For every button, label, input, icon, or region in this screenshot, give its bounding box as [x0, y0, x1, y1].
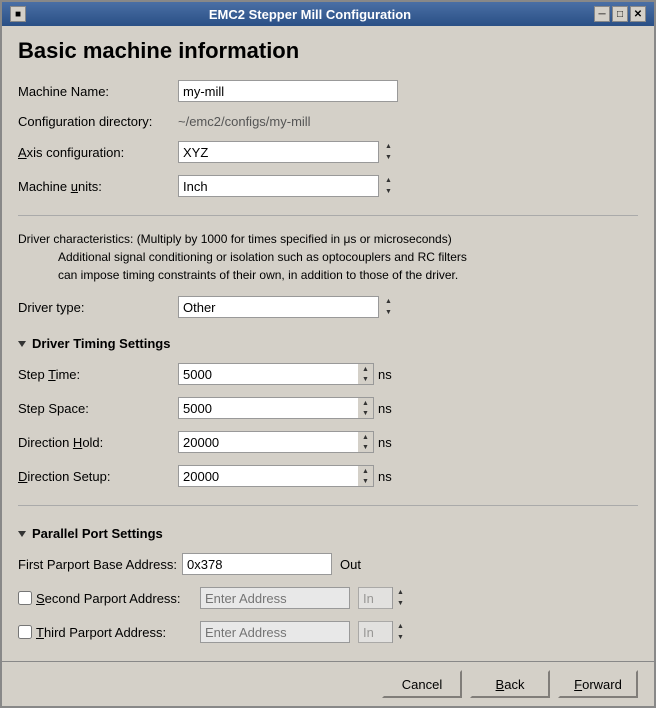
driver-type-label: Driver type:	[18, 300, 178, 315]
driver-desc-3: can impose timing constraints of their o…	[58, 268, 458, 282]
third-parport-label: Third Parport Address:	[36, 625, 196, 640]
step-time-down-button[interactable]: ▼	[358, 374, 373, 384]
timing-section-header: Driver Timing Settings	[18, 336, 638, 351]
direction-hold-spinner: ▲ ▼	[178, 431, 374, 453]
second-parport-input[interactable]	[200, 587, 350, 609]
config-dir-label: Configuration directory:	[18, 114, 178, 129]
second-parport-checkbox[interactable]	[18, 591, 32, 605]
direction-hold-down-button[interactable]: ▼	[358, 442, 373, 452]
separator-1	[18, 215, 638, 216]
step-space-input[interactable]	[178, 397, 358, 419]
machine-units-label: Machine units:	[18, 179, 178, 194]
third-parport-row: Third Parport Address: In Out ▲ ▼	[18, 621, 638, 643]
driver-desc-2: Additional signal conditioning or isolat…	[58, 250, 467, 264]
direction-setup-up-button[interactable]: ▲	[358, 466, 373, 476]
timing-triangle-icon	[18, 341, 26, 347]
window-icon: ■	[10, 6, 26, 22]
second-parport-dir-select[interactable]: In Out	[358, 587, 408, 609]
axis-config-label: Axis configuration:	[18, 145, 178, 160]
driver-desc: Driver characteristics: (Multiply by 100…	[18, 230, 638, 284]
direction-setup-label: Direction Setup:	[18, 469, 178, 484]
step-time-spinner: ▲ ▼	[178, 363, 374, 385]
first-parport-label: First Parport Base Address:	[18, 557, 178, 572]
close-button[interactable]: ✕	[630, 6, 646, 22]
machine-name-row: Machine Name:	[18, 80, 638, 102]
direction-setup-down-button[interactable]: ▼	[358, 476, 373, 486]
maximize-button[interactable]: □	[612, 6, 628, 22]
third-parport-input[interactable]	[200, 621, 350, 643]
content-area: Basic machine information Machine Name: …	[2, 26, 654, 661]
step-time-up-button[interactable]: ▲	[358, 364, 373, 374]
separator-2	[18, 505, 638, 506]
back-button[interactable]: Back	[470, 670, 550, 698]
parport-triangle-icon	[18, 531, 26, 537]
direction-setup-spinner: ▲ ▼	[178, 465, 374, 487]
step-time-spinner-buttons: ▲ ▼	[358, 363, 374, 385]
titlebar-controls: ─ □ ✕	[594, 6, 646, 22]
footer: Cancel Back Forward	[2, 661, 654, 706]
axis-config-select-wrapper: XYZ XZ XYZA ▲ ▼	[178, 141, 398, 163]
direction-hold-unit: ns	[378, 435, 392, 450]
driver-type-select-wrapper: Other Gecko201 Gecko202 Gecko203v Gecko2…	[178, 296, 398, 318]
step-time-unit: ns	[378, 367, 392, 382]
direction-hold-up-button[interactable]: ▲	[358, 432, 373, 442]
first-parport-dir: Out	[340, 557, 361, 572]
window-title: EMC2 Stepper Mill Configuration	[26, 7, 594, 22]
second-parport-label: Second Parport Address:	[36, 591, 196, 606]
third-parport-dir-select[interactable]: In Out	[358, 621, 408, 643]
direction-hold-row: Direction Hold: ▲ ▼ ns	[18, 431, 638, 453]
third-parport-checkbox[interactable]	[18, 625, 32, 639]
machine-units-select-wrapper: Inch mm ▲ ▼	[178, 175, 398, 197]
step-space-row: Step Space: ▲ ▼ ns	[18, 397, 638, 419]
config-dir-row: Configuration directory: ~/emc2/configs/…	[18, 114, 638, 129]
titlebar: ■ EMC2 Stepper Mill Configuration ─ □ ✕	[2, 2, 654, 26]
machine-units-row: Machine units: Inch mm ▲ ▼	[18, 175, 638, 197]
direction-setup-input[interactable]	[178, 465, 358, 487]
parport-section-header: Parallel Port Settings	[18, 526, 638, 541]
step-space-down-button[interactable]: ▼	[358, 408, 373, 418]
step-space-up-button[interactable]: ▲	[358, 398, 373, 408]
cancel-button[interactable]: Cancel	[382, 670, 462, 698]
third-parport-dir-wrapper: In Out ▲ ▼	[358, 621, 408, 643]
driver-type-select[interactable]: Other Gecko201 Gecko202 Gecko203v Gecko2…	[178, 296, 398, 318]
machine-name-input[interactable]	[178, 80, 398, 102]
step-space-unit: ns	[378, 401, 392, 416]
direction-hold-input[interactable]	[178, 431, 358, 453]
page-title: Basic machine information	[18, 38, 638, 64]
first-parport-row: First Parport Base Address: Out	[18, 553, 638, 575]
main-window: ■ EMC2 Stepper Mill Configuration ─ □ ✕ …	[0, 0, 656, 708]
cancel-label: Cancel	[402, 677, 442, 692]
step-time-row: Step Time: ▲ ▼ ns	[18, 363, 638, 385]
step-space-spinner-buttons: ▲ ▼	[358, 397, 374, 419]
minimize-button[interactable]: ─	[594, 6, 610, 22]
timing-section-label: Driver Timing Settings	[32, 336, 170, 351]
second-parport-dir-wrapper: In Out ▲ ▼	[358, 587, 408, 609]
axis-config-row: Axis configuration: XYZ XZ XYZA ▲ ▼	[18, 141, 638, 163]
direction-setup-row: Direction Setup: ▲ ▼ ns	[18, 465, 638, 487]
first-parport-input[interactable]	[182, 553, 332, 575]
step-time-label: Step Time:	[18, 367, 178, 382]
machine-name-label: Machine Name:	[18, 84, 178, 99]
machine-units-select[interactable]: Inch mm	[178, 175, 398, 197]
driver-type-row: Driver type: Other Gecko201 Gecko202 Gec…	[18, 296, 638, 318]
step-time-input[interactable]	[178, 363, 358, 385]
step-space-spinner: ▲ ▼	[178, 397, 374, 419]
direction-hold-label: Direction Hold:	[18, 435, 178, 450]
config-dir-value: ~/emc2/configs/my-mill	[178, 114, 398, 129]
axis-config-select[interactable]: XYZ XZ XYZA	[178, 141, 398, 163]
direction-hold-spinner-buttons: ▲ ▼	[358, 431, 374, 453]
direction-setup-unit: ns	[378, 469, 392, 484]
second-parport-row: Second Parport Address: In Out ▲ ▼	[18, 587, 638, 609]
direction-setup-spinner-buttons: ▲ ▼	[358, 465, 374, 487]
driver-desc-1: Driver characteristics: (Multiply by 100…	[18, 232, 452, 246]
step-space-label: Step Space:	[18, 401, 178, 416]
parport-section-label: Parallel Port Settings	[32, 526, 163, 541]
forward-button[interactable]: Forward	[558, 670, 638, 698]
